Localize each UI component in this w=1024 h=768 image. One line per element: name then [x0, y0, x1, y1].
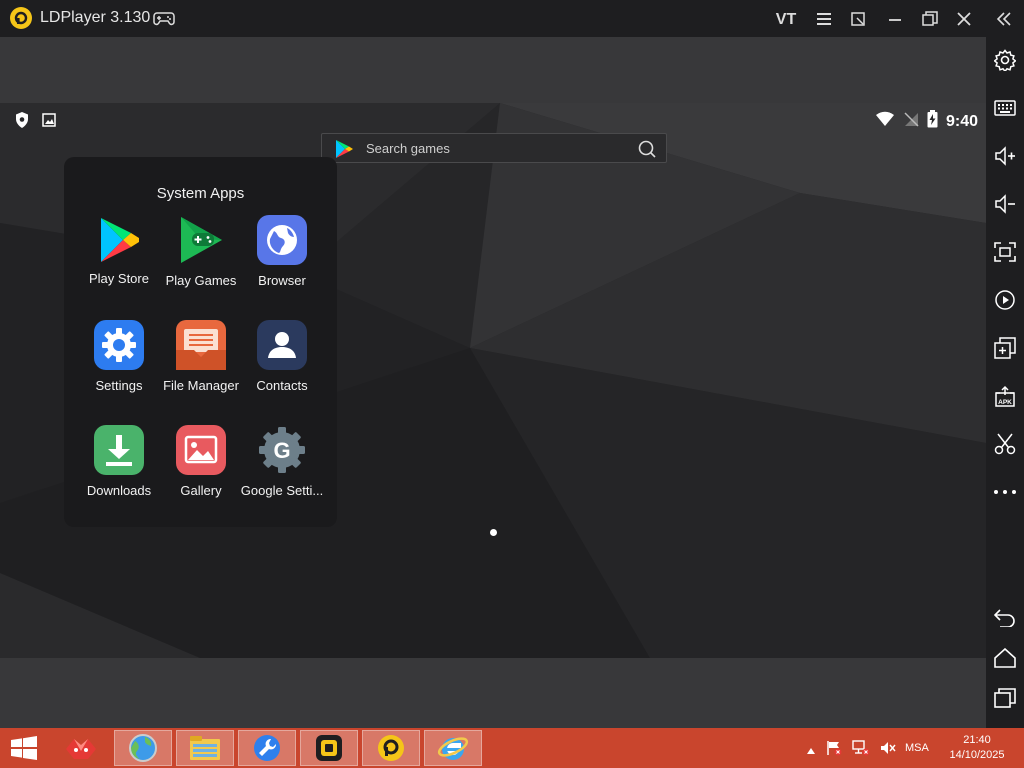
android-screen[interactable]: 9:40 Search games System Apps Play Store: [0, 103, 986, 658]
taskbar-clock[interactable]: 21:40 14/10/2025: [945, 733, 1009, 763]
browser-icon: [257, 215, 307, 265]
status-bar-right: 9:40: [875, 110, 978, 133]
app-label: Contacts: [256, 378, 308, 393]
no-sim-icon: [903, 111, 919, 132]
app-red-icon[interactable]: [52, 730, 110, 766]
app-label: File Manager: [163, 378, 239, 393]
menu-icon[interactable]: [813, 8, 835, 30]
tools-icon[interactable]: [238, 730, 296, 766]
back-icon[interactable]: [993, 606, 1017, 630]
svg-text:G: G: [273, 438, 290, 463]
volume-up-icon[interactable]: [993, 144, 1017, 168]
ldplayer-icon[interactable]: [362, 730, 420, 766]
play-games-icon: [176, 215, 226, 265]
status-clock: 9:40: [945, 112, 978, 130]
emulator-top-margin: [0, 37, 986, 103]
close-button[interactable]: [953, 8, 975, 30]
multi-instance-icon[interactable]: [993, 336, 1017, 360]
globe-icon[interactable]: [114, 730, 172, 766]
desktop: LDPlayer 3.130 VT 9:40 Search games Syst…: [0, 0, 1024, 768]
apk-install-icon[interactable]: APK: [993, 384, 1017, 408]
app-label: Settings: [95, 378, 143, 393]
google-settings-icon: G: [257, 425, 307, 475]
search-icon[interactable]: [638, 140, 656, 163]
clock-date: 14/10/2025: [949, 749, 1005, 761]
play-store-icon: [334, 139, 354, 164]
shrink-window-icon[interactable]: [847, 8, 869, 30]
maximize-button[interactable]: [919, 8, 941, 30]
windows-taskbar: MSA 21:40 14/10/2025: [0, 728, 1024, 768]
scissors-icon[interactable]: [993, 432, 1017, 456]
battery-charging-icon: [927, 110, 938, 133]
file-manager-icon: [176, 320, 226, 370]
gamepad-icon[interactable]: [153, 10, 175, 31]
app-gallery[interactable]: Gallery: [156, 425, 246, 498]
app-browser[interactable]: Browser: [237, 215, 327, 288]
settings-icon: [94, 320, 144, 370]
app-label: Gallery: [180, 483, 222, 498]
clock-time: 21:40: [963, 734, 991, 746]
volume-down-icon[interactable]: [993, 192, 1017, 216]
play-store-icon: [94, 215, 144, 265]
folder-title: System Apps: [156, 185, 245, 202]
app-label: Browser: [258, 273, 306, 288]
show-hidden-icons-icon[interactable]: [806, 742, 816, 760]
emulator-bottom-margin: [0, 658, 986, 728]
settings-icon[interactable]: [993, 48, 1017, 72]
gallery-icon: [176, 425, 226, 475]
app-settings[interactable]: Settings: [74, 320, 164, 393]
app-contacts[interactable]: Contacts: [237, 320, 327, 393]
ldplayer-logo-icon: [10, 7, 32, 29]
recents-icon[interactable]: [993, 686, 1017, 710]
image-notification-icon: [42, 113, 56, 132]
app-file-manager[interactable]: File Manager: [156, 320, 246, 393]
more-icon[interactable]: [993, 480, 1017, 504]
internet-explorer-icon[interactable]: [424, 730, 482, 766]
fullscreen-icon[interactable]: [993, 240, 1017, 264]
title-bar: LDPlayer 3.130 VT: [0, 0, 1024, 37]
downloads-icon: [94, 425, 144, 475]
collapse-sidebar-icon[interactable]: [993, 8, 1015, 30]
svg-text:APK: APK: [998, 399, 1012, 406]
window-title: LDPlayer 3.130: [40, 9, 151, 26]
app-label: Downloads: [86, 483, 152, 498]
volume-muted-icon[interactable]: [880, 741, 896, 760]
search-games-bar[interactable]: Search games: [321, 133, 667, 163]
app-label: Play Store: [89, 271, 149, 286]
screen-record-icon[interactable]: [993, 288, 1017, 312]
keyboard-icon[interactable]: [993, 96, 1017, 120]
system-apps-folder: System Apps Play Store Play Games Browse…: [64, 157, 337, 527]
app-play-store[interactable]: Play Store: [74, 215, 164, 286]
ldplayer-multi-icon[interactable]: [300, 730, 358, 766]
emulator-sidebar: APK: [986, 37, 1024, 728]
wifi-icon: [875, 111, 895, 132]
app-label: Google Setti...: [240, 483, 324, 498]
search-placeholder: Search games: [366, 141, 450, 156]
vt-indicator[interactable]: VT: [773, 9, 799, 31]
input-language[interactable]: MSA: [905, 742, 929, 754]
file-explorer-icon[interactable]: [176, 730, 234, 766]
app-google-settings[interactable]: G Google Setti...: [237, 425, 327, 498]
action-center-flag-icon[interactable]: [826, 740, 842, 761]
minimize-button[interactable]: [884, 8, 906, 30]
app-play-games[interactable]: Play Games: [156, 215, 246, 288]
status-bar-left: [14, 111, 56, 134]
page-indicator: [490, 529, 497, 536]
shield-icon: [14, 111, 30, 134]
app-downloads[interactable]: Downloads: [74, 425, 164, 498]
home-icon[interactable]: [993, 646, 1017, 670]
network-icon[interactable]: [852, 740, 870, 761]
app-label: Play Games: [165, 273, 237, 288]
contacts-icon: [257, 320, 307, 370]
windows-start-icon[interactable]: [10, 736, 38, 765]
system-tray: [806, 740, 896, 761]
